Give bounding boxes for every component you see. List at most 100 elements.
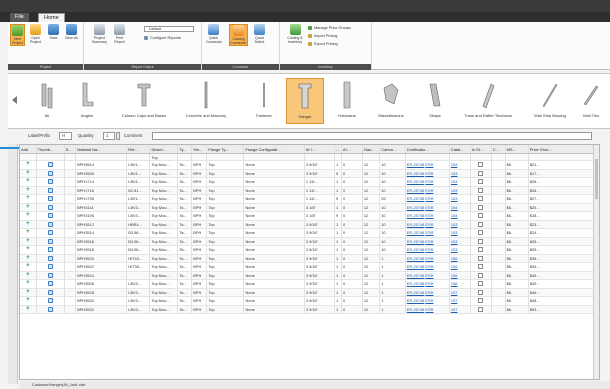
column-filter-cell[interactable] — [341, 153, 363, 161]
add-row-icon[interactable]: + — [20, 177, 37, 187]
column-header[interactable]: S... — [64, 145, 77, 154]
in-stock-checkbox[interactable] — [478, 238, 484, 244]
in-stock-checkbox[interactable] — [478, 306, 484, 312]
in-stock-checkbox[interactable] — [478, 230, 484, 236]
in-stock-checkbox[interactable] — [478, 221, 484, 227]
category-straps[interactable]: Straps — [420, 78, 450, 124]
column-header[interactable]: A I... — [341, 145, 363, 154]
category-concrete-masonry[interactable]: Concrete and Masonry — [178, 78, 234, 124]
column-header[interactable]: In St... — [470, 145, 492, 154]
certification-link[interactable]: ER-25748 — [407, 205, 425, 210]
thumbnail-icon[interactable] — [47, 221, 53, 227]
comment-input[interactable] — [152, 132, 592, 140]
table-row[interactable]: + BPH3516 B3.56... Top Mou... Ta... BPH Top Non… — [20, 237, 595, 246]
column-header[interactable]: Thumb... — [36, 145, 65, 154]
quick-select-button[interactable]: Quick Select — [252, 24, 267, 44]
category-column-caps[interactable]: Column Caps and Bases — [116, 78, 172, 124]
add-row-icon[interactable]: + — [20, 228, 37, 238]
thumbnail-icon[interactable] — [47, 170, 53, 176]
esr-link[interactable]: ESR — [425, 213, 433, 218]
category-hanger[interactable]: Hanger — [286, 78, 324, 124]
column-header[interactable]: Add — [20, 145, 37, 154]
category-fastener[interactable]: Fastener — [244, 78, 284, 124]
column-filter-cell[interactable]: Top — [149, 153, 179, 161]
add-row-icon[interactable]: + — [20, 288, 37, 297]
table-row[interactable]: + BPH3524 Top Mou... Ta... BPH Top None 3 9/16"… — [20, 271, 595, 280]
save-as-button[interactable]: Save As — [64, 24, 79, 40]
column-filter-cell[interactable] — [64, 153, 77, 161]
category-holdowns[interactable]: Holdowns — [330, 78, 364, 124]
add-row-icon[interactable]: + — [20, 194, 37, 204]
column-header[interactable]: Ref... — [126, 145, 151, 154]
column-filter-cell[interactable] — [20, 153, 37, 161]
tab-file[interactable]: File — [10, 13, 29, 22]
thumbnail-icon[interactable] — [47, 204, 53, 210]
certification-link[interactable]: ER-25748 — [407, 290, 425, 295]
thumbnail-icon[interactable] — [47, 264, 53, 270]
add-row-icon[interactable]: + — [20, 245, 37, 255]
table-row[interactable]: + BPH1716 B1.81... Top Mou... Ta... BPH Top Non… — [20, 186, 595, 195]
in-stock-checkbox[interactable] — [478, 196, 484, 202]
catalog-page-link[interactable]: 153 — [451, 239, 458, 244]
table-row[interactable]: + BPH1714 LBV1... Top Mou... Ta... BPH Top None… — [20, 177, 595, 187]
esr-link[interactable]: ESR — [425, 307, 433, 312]
column-header[interactable]: Flange Ty... — [206, 145, 245, 154]
table-row[interactable]: + BPH3518 B3.56... Top Mou... Ta... BPH Top Non… — [20, 245, 595, 255]
thumbnail-icon[interactable] — [47, 179, 53, 185]
esr-link[interactable]: ESR — [425, 239, 433, 244]
manage-price-groups-button[interactable]: Manage Price Groups — [308, 25, 351, 31]
certification-link[interactable]: ER-25748 — [407, 247, 425, 252]
category-truss-rafter-tiedowns[interactable]: Truss and Rafter Tiedowns — [454, 78, 522, 124]
certification-link[interactable]: ER-25748 — [407, 298, 425, 303]
certification-link[interactable]: ER-25748 — [407, 188, 425, 193]
certification-link[interactable]: ER-25748 — [407, 171, 425, 176]
add-row-icon[interactable]: + — [20, 254, 37, 263]
table-row[interactable]: + BPH3522 HIT35... Top Mou... Ta... BPH Top Non… — [20, 262, 595, 272]
add-row-icon[interactable]: + — [20, 186, 37, 195]
thumbnail-icon[interactable] — [47, 187, 53, 193]
certification-link[interactable]: ER-25748 — [407, 307, 425, 312]
certification-link[interactable]: ER-25748 — [407, 264, 425, 269]
side-panel-strip[interactable] — [8, 144, 18, 384]
table-row[interactable]: + BPH1795 LBV1... Top Mou... Ta... BPH Top None… — [20, 194, 595, 204]
import-pricing-button[interactable]: Import Pricing — [308, 33, 337, 39]
table-row[interactable]: + BPH3520 HIT40... Top Mou... Ta... BPH Top Non… — [20, 254, 595, 263]
catalog-page-link[interactable]: 153 — [451, 179, 458, 184]
in-stock-checkbox[interactable] — [478, 179, 484, 185]
in-stock-checkbox[interactable] — [478, 170, 484, 176]
certification-link[interactable]: ER-25748 — [407, 230, 425, 235]
catalog-page-link[interactable]: 157 — [451, 298, 458, 303]
category-wall-ties[interactable]: Wall Ties — [576, 78, 606, 124]
save-button[interactable]: Save — [46, 24, 61, 40]
column-filter-cell[interactable] — [362, 153, 381, 161]
category-miscellaneous[interactable]: Miscellaneous — [368, 78, 414, 124]
add-row-icon[interactable]: + — [20, 160, 37, 170]
thumbnail-icon[interactable] — [47, 247, 53, 253]
column-filter-cell[interactable] — [449, 153, 471, 161]
esr-link[interactable]: ESR — [425, 264, 433, 269]
column-header[interactable]: MS... — [505, 145, 529, 154]
catalog-connector-button[interactable]: Catalog Connector — [229, 24, 248, 46]
esr-link[interactable]: ESR — [425, 222, 433, 227]
category-all[interactable]: All — [32, 78, 62, 124]
add-row-icon[interactable]: + — [20, 305, 37, 314]
column-filter-cell[interactable] — [206, 153, 245, 161]
add-row-icon[interactable]: + — [20, 296, 37, 306]
esr-link[interactable]: ESR — [425, 171, 433, 176]
in-stock-checkbox[interactable] — [478, 213, 484, 219]
label-prefix-input[interactable]: H — [59, 132, 72, 140]
add-row-icon[interactable]: + — [20, 211, 37, 221]
column-filter-cell[interactable] — [126, 153, 151, 161]
catalog-page-link[interactable]: 157 — [451, 307, 458, 312]
esr-link[interactable]: ESR — [425, 298, 433, 303]
column-filter-cell[interactable] — [528, 153, 595, 161]
esr-link[interactable]: ESR — [425, 247, 433, 252]
new-project-button[interactable]: New Project — [10, 24, 25, 46]
catalog-page-link[interactable]: 153 — [451, 162, 458, 167]
in-stock-checkbox[interactable] — [478, 298, 484, 304]
column-filter-cell[interactable] — [177, 153, 193, 161]
thumbnail-icon[interactable] — [47, 306, 53, 312]
table-row[interactable]: + BPH3514 LBV1... Top Mou... Ta... BPH Top None… — [20, 160, 595, 170]
in-stock-checkbox[interactable] — [478, 247, 484, 253]
column-filter-cell[interactable] — [470, 153, 492, 161]
